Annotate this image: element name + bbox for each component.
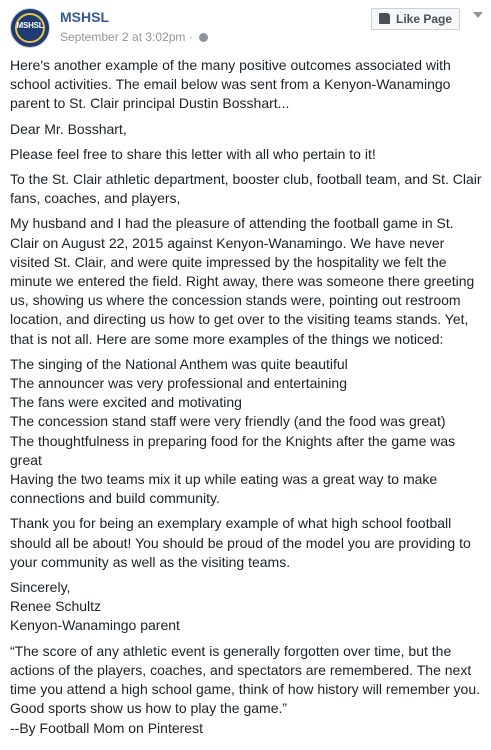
address-line: To the St. Clair athletic department, bo…: [10, 171, 482, 207]
like-page-button[interactable]: Like Page: [371, 8, 460, 30]
quote-text: “The score of any athletic event is gene…: [10, 642, 481, 717]
share-line: Please feel free to share this letter wi…: [10, 145, 376, 162]
signoff-block: Sincerely, Renee Schultz Kenyon-Wanaming…: [10, 578, 484, 636]
observation-item: The announcer was very professional and …: [10, 375, 347, 392]
signoff-line: Sincerely,: [10, 579, 71, 596]
quote-attribution: --By Football Mom on Pinterest: [10, 719, 203, 736]
thanks-paragraph: Thank you for being an exemplary example…: [10, 515, 471, 570]
page-name-link[interactable]: MSHSL: [60, 9, 109, 25]
post-header: MSHSL MSHSL September 2 at 3:02pm · Like…: [0, 0, 491, 52]
observation-item: The fans were excited and motivating: [10, 394, 242, 411]
like-page-label: Like Page: [396, 12, 453, 26]
avatar-logo-text: MSHSL: [16, 21, 44, 30]
observation-item: The singing of the National Anthem was q…: [10, 355, 348, 372]
salutation: Dear Mr. Bosshart,: [10, 120, 127, 137]
body-paragraph: My husband and I had the pleasure of att…: [10, 215, 475, 347]
thumbs-up-icon: [379, 13, 390, 24]
post-options-caret-icon[interactable]: [473, 12, 483, 18]
post-body: Here's another example of the many posit…: [10, 56, 484, 744]
meta-separator: ·: [185, 30, 197, 44]
observations-list: The singing of the National Anthem was q…: [10, 355, 484, 509]
page-avatar[interactable]: MSHSL: [10, 8, 50, 48]
globe-icon: [199, 33, 209, 42]
post-meta: September 2 at 3:02pm ·: [60, 30, 209, 44]
intro-paragraph: Here's another example of the many posit…: [10, 57, 451, 112]
signoff-line: Renee Schultz: [10, 598, 102, 615]
observation-item: The concession stand staff were very fri…: [10, 413, 446, 430]
signoff-line: Kenyon-Wanamingo parent: [10, 617, 180, 634]
post-timestamp[interactable]: September 2 at 3:02pm: [60, 30, 185, 44]
observation-item: The thoughtfulness in preparing food for…: [10, 432, 456, 468]
observation-item: Having the two teams mix it up while eat…: [10, 471, 438, 507]
quote-block: “The score of any athletic event is gene…: [10, 642, 484, 738]
